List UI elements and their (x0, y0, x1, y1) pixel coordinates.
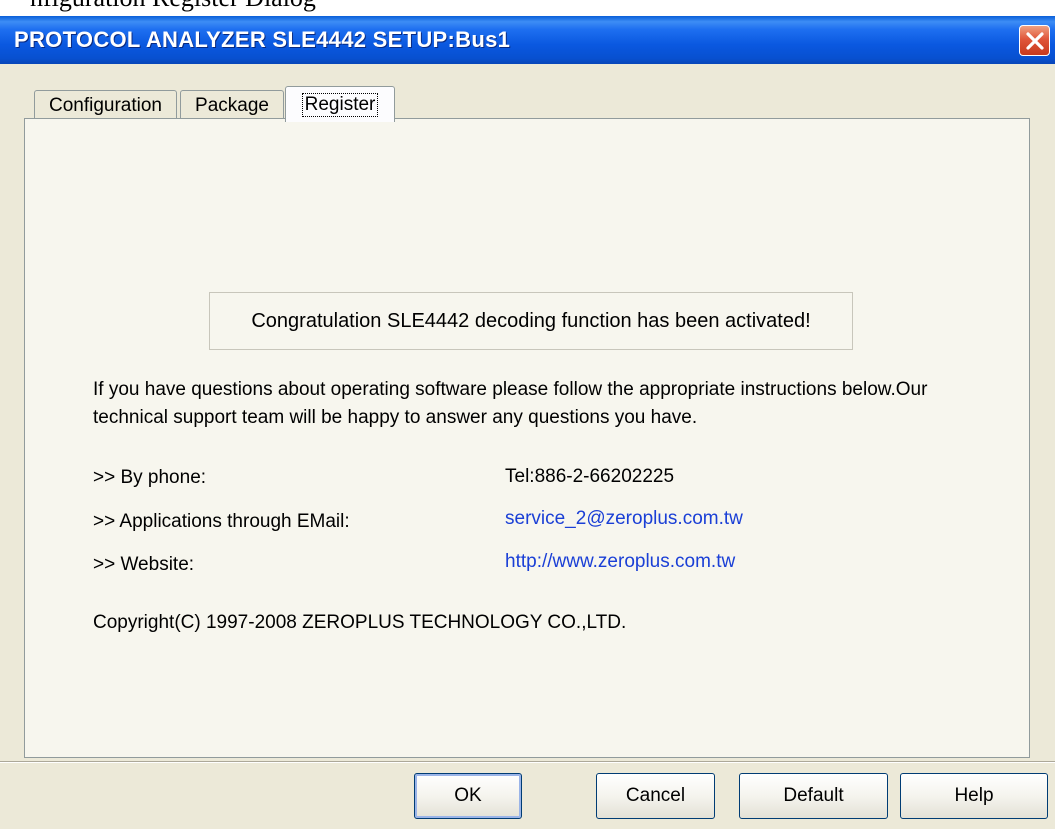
email-link[interactable]: service_2@zeroplus.com.tw (505, 508, 743, 530)
tab-register[interactable]: Register (285, 86, 395, 122)
register-panel: Congratulation SLE4442 decoding function… (24, 118, 1030, 758)
website-label: >> Website: (93, 554, 195, 575)
tab-package[interactable]: Package (180, 90, 284, 120)
phone-label: >> By phone: (93, 467, 207, 488)
default-button[interactable]: Default (739, 773, 888, 819)
title-bar[interactable]: PROTOCOL ANALYZER SLE4442 SETUP:Bus1 (0, 16, 1055, 64)
tab-label: Configuration (48, 94, 163, 116)
window-title: PROTOCOL ANALYZER SLE4442 SETUP:Bus1 (14, 27, 511, 52)
tab-configuration[interactable]: Configuration (34, 90, 177, 120)
button-separator (0, 761, 1055, 763)
close-button[interactable] (1019, 25, 1050, 56)
activation-message: Congratulation SLE4442 decoding function… (251, 309, 811, 332)
activation-status-box: Congratulation SLE4442 decoding function… (209, 292, 853, 350)
setup-dialog: PROTOCOL ANALYZER SLE4442 SETUP:Bus1 Con… (0, 16, 1055, 829)
background-text: nfiguration Register Dialog (30, 0, 316, 13)
help-button[interactable]: Help (900, 773, 1048, 819)
copyright-text: Copyright(C) 1997-2008 ZEROPLUS TECHNOLO… (93, 612, 627, 633)
phone-value: Tel:886-2-66202225 (505, 466, 675, 487)
tab-label: Package (195, 94, 269, 116)
support-instructions: If you have questions about operating so… (93, 379, 928, 428)
email-label: >> Applications through EMail: (93, 511, 350, 532)
website-link[interactable]: http://www.zeroplus.com.tw (505, 551, 735, 573)
ok-button[interactable]: OK (414, 773, 522, 819)
cancel-button[interactable]: Cancel (596, 773, 715, 819)
close-icon (1026, 32, 1044, 50)
tab-label: Register (301, 92, 379, 117)
background-document: nfiguration Register Dialog (0, 0, 1055, 16)
